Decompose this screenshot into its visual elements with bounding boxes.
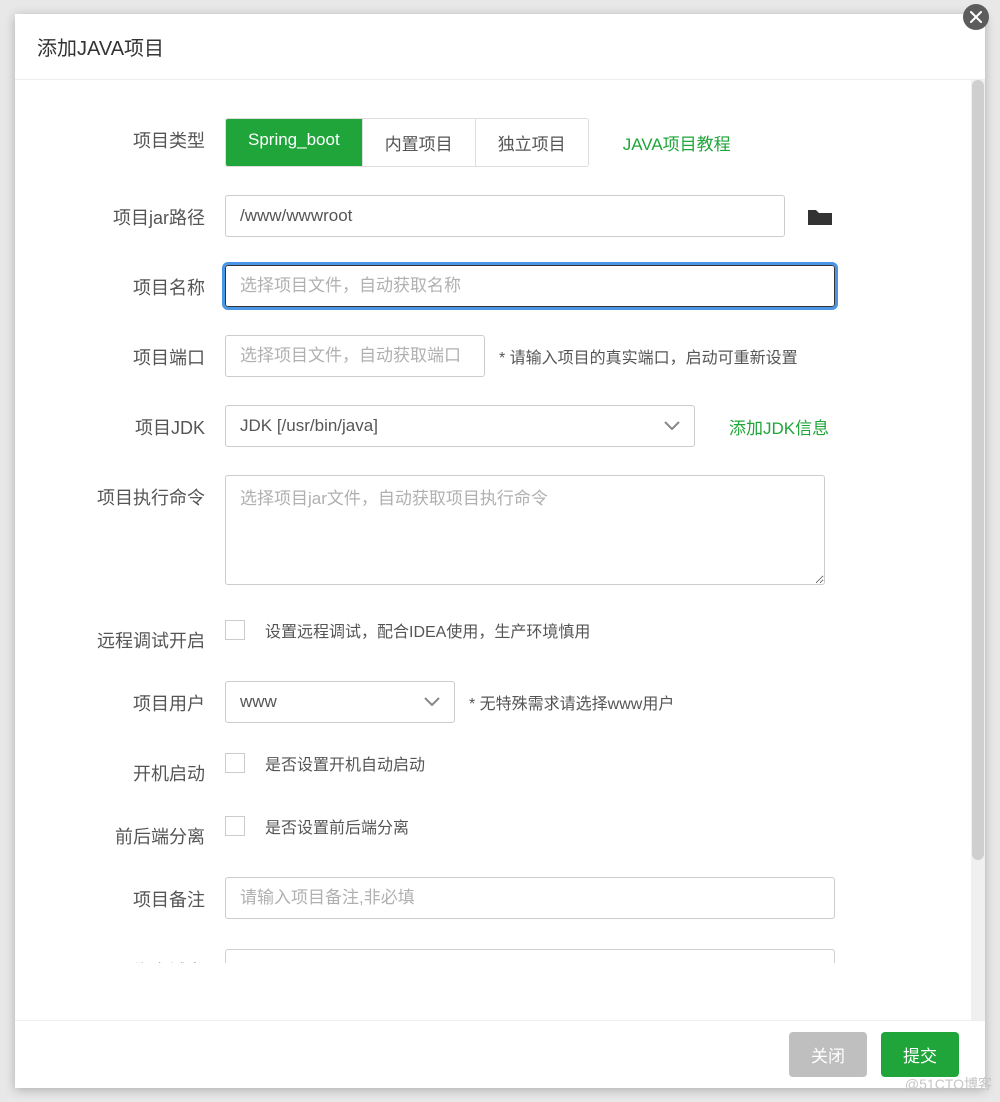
auto-start-hint: 是否设置开机自动启动 [265, 751, 425, 775]
label-front-back-sep: 前后端分离 [15, 814, 225, 849]
jdk-select[interactable] [225, 405, 695, 447]
chevron-down-icon [663, 420, 681, 432]
label-project-user: 项目用户 [15, 681, 225, 716]
add-java-project-modal: 添加JAVA项目 项目类型 Spring_boot 内置项目 独立项目 JAVA… [15, 14, 985, 1088]
label-remote-debug: 远程调试开启 [15, 618, 225, 653]
remote-debug-checkbox[interactable] [225, 620, 245, 640]
bind-domain-input[interactable] [225, 949, 835, 963]
label-project-type: 项目类型 [15, 118, 225, 153]
close-button[interactable]: 关闭 [789, 1032, 867, 1077]
auto-start-checkbox[interactable] [225, 753, 245, 773]
remark-input[interactable] [225, 877, 835, 919]
project-type-tabs: Spring_boot 内置项目 独立项目 [225, 118, 589, 167]
watermark: @51CTO博客 [905, 1074, 992, 1094]
project-name-input[interactable] [225, 265, 835, 307]
label-bind-domain: 绑定域名 [15, 949, 225, 963]
scrollbar[interactable] [971, 80, 985, 1020]
label-remark: 项目备注 [15, 877, 225, 912]
folder-icon[interactable] [807, 207, 831, 225]
remote-debug-hint: 设置远程调试，配合IDEA使用，生产环境慎用 [265, 618, 590, 642]
add-jdk-link[interactable]: 添加JDK信息 [729, 414, 829, 439]
label-project-name: 项目名称 [15, 265, 225, 300]
label-project-jdk: 项目JDK [15, 405, 225, 440]
close-icon[interactable] [963, 4, 989, 30]
chevron-down-icon [423, 696, 441, 708]
label-auto-start: 开机启动 [15, 751, 225, 786]
label-project-port: 项目端口 [15, 335, 225, 370]
tab-builtin[interactable]: 内置项目 [363, 119, 476, 166]
user-select[interactable] [225, 681, 455, 723]
tab-spring-boot[interactable]: Spring_boot [226, 119, 363, 166]
modal-body: 项目类型 Spring_boot 内置项目 独立项目 JAVA项目教程 项目ja… [15, 80, 971, 1020]
front-back-sep-checkbox[interactable] [225, 816, 245, 836]
front-back-sep-hint: 是否设置前后端分离 [265, 814, 409, 838]
modal-title: 添加JAVA项目 [37, 32, 164, 61]
project-port-input[interactable] [225, 335, 485, 377]
port-hint: * 请输入项目的真实端口，启动可重新设置 [499, 344, 798, 368]
label-jar-path: 项目jar路径 [15, 195, 225, 230]
jar-path-input[interactable] [225, 195, 785, 237]
label-exec-cmd: 项目执行命令 [15, 475, 225, 510]
tab-standalone[interactable]: 独立项目 [476, 119, 588, 166]
user-hint: * 无特殊需求请选择www用户 [469, 690, 674, 714]
submit-button[interactable]: 提交 [881, 1032, 959, 1077]
modal-footer: 关闭 提交 [15, 1020, 985, 1088]
java-tutorial-link[interactable]: JAVA项目教程 [623, 130, 731, 155]
exec-cmd-textarea[interactable] [225, 475, 825, 585]
scrollbar-thumb[interactable] [972, 80, 984, 860]
modal-header: 添加JAVA项目 [15, 14, 985, 80]
